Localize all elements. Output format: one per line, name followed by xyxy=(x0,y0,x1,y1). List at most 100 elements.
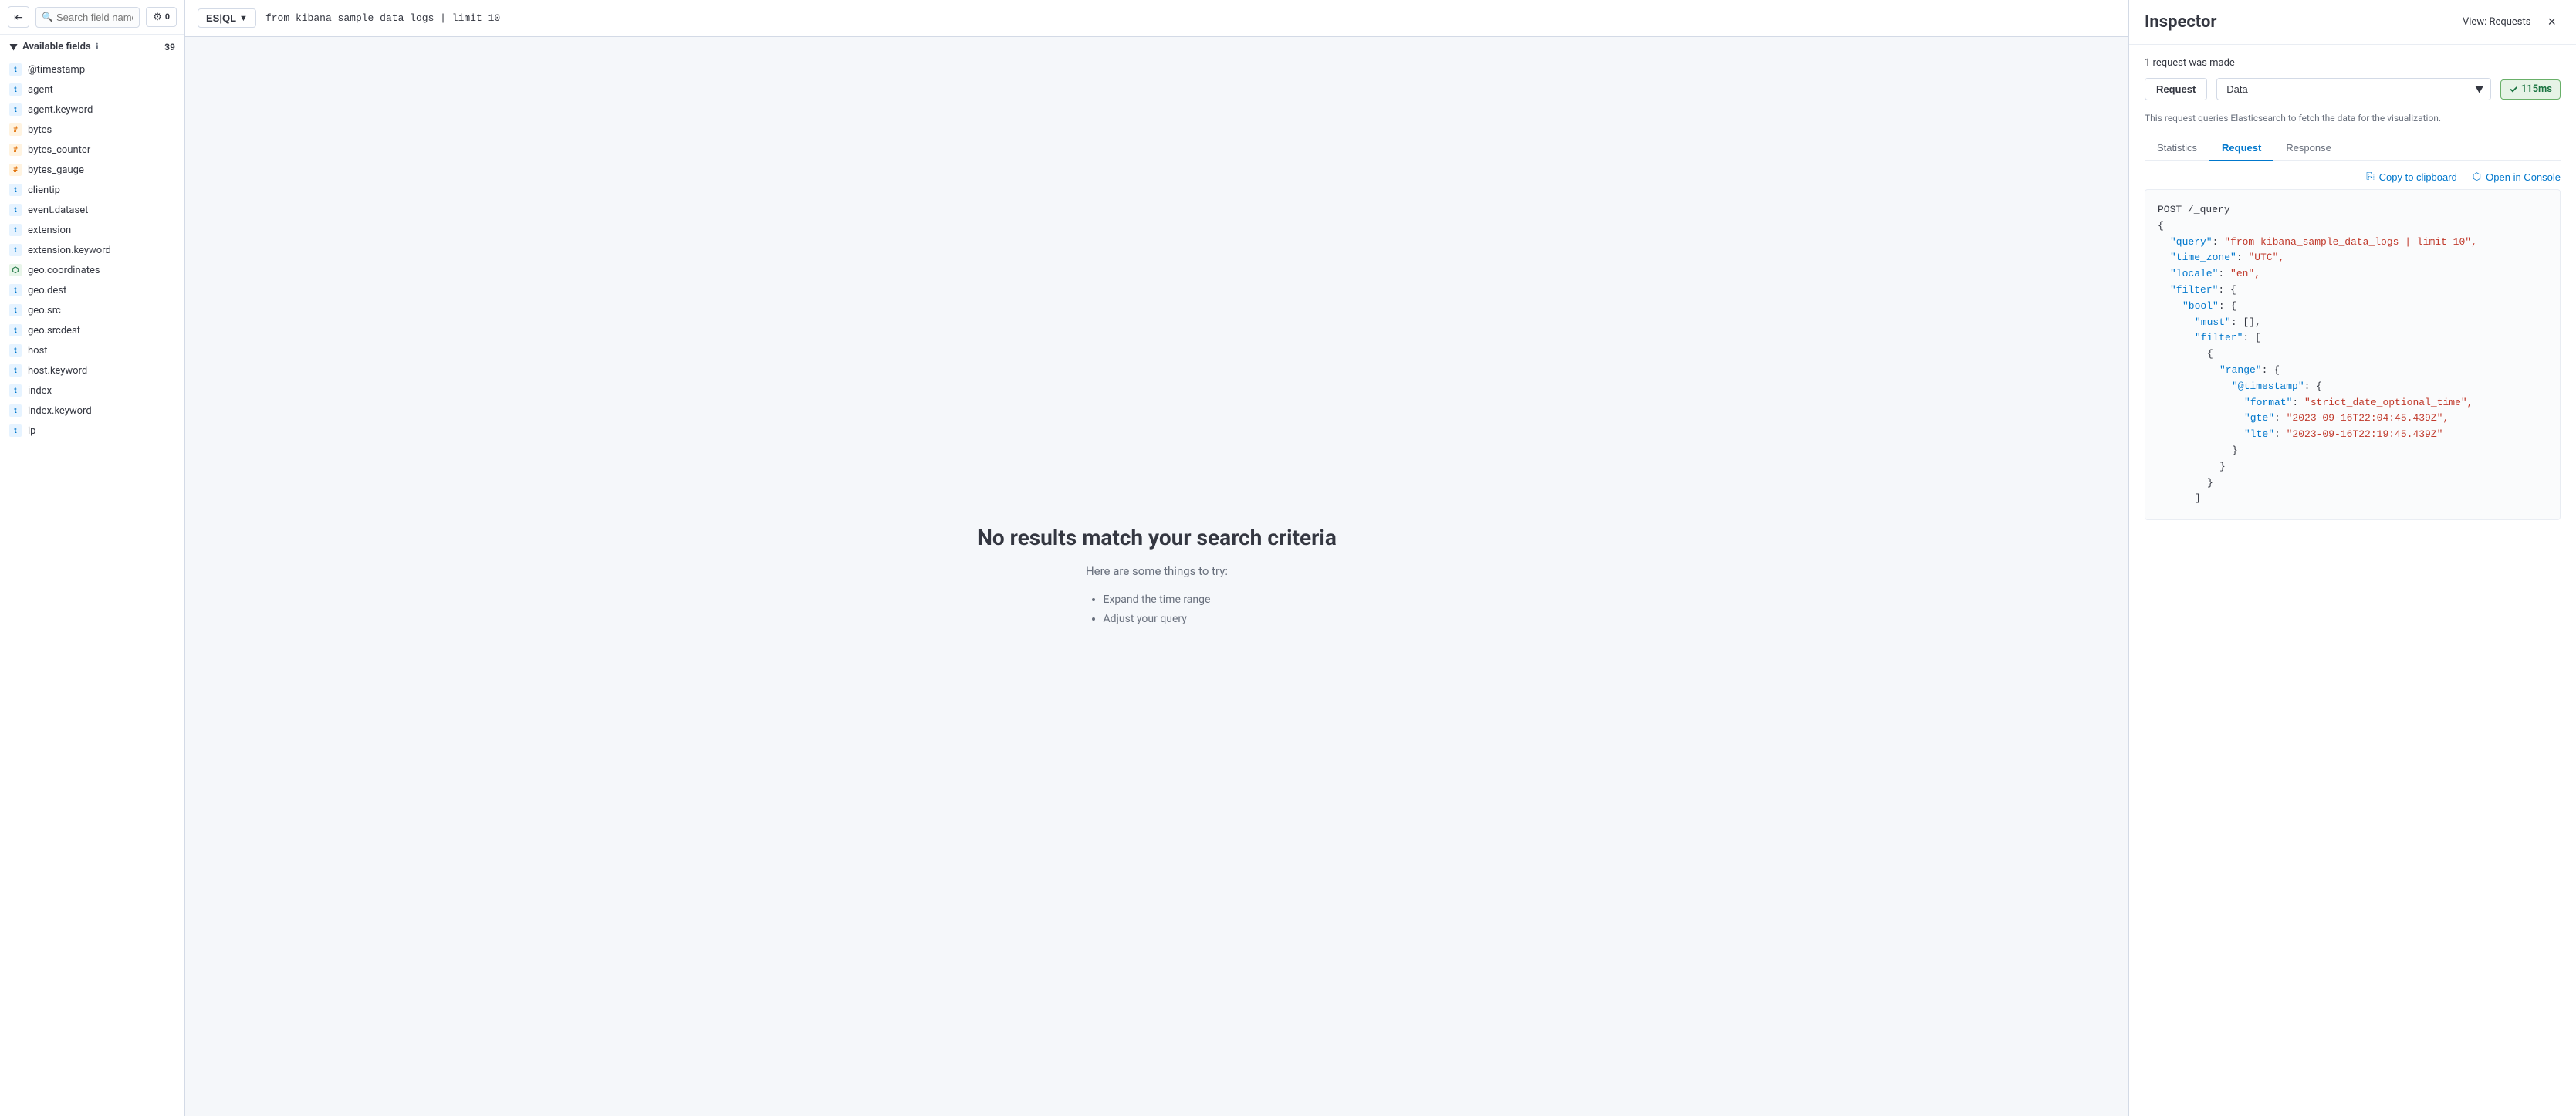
list-item[interactable]: tip xyxy=(0,421,184,441)
field-name: host xyxy=(28,345,48,357)
timing-badge: ✓ 115ms xyxy=(2500,79,2561,100)
field-type-icon: t xyxy=(9,344,22,357)
open-label: Open in Console xyxy=(2486,171,2561,183)
no-results-title: No results match your search criteria xyxy=(977,524,1337,552)
list-item[interactable]: # bytes_gauge xyxy=(0,160,184,180)
no-results-subtitle: Here are some things to try: xyxy=(977,564,1337,578)
field-name: ip xyxy=(28,425,35,437)
code-line: } xyxy=(2158,459,2547,475)
code-line: "must": [], xyxy=(2158,315,2547,331)
field-type-icon: # xyxy=(9,144,22,156)
field-name: bytes_counter xyxy=(28,144,90,156)
no-results-list: Expand the time rangeAdjust your query xyxy=(1104,590,1211,629)
code-post-line: POST /_query xyxy=(2158,202,2547,218)
copy-label: Copy to clipboard xyxy=(2379,171,2457,183)
sidebar-topbar: ⇤ 🔍 ⚙ 0 xyxy=(0,0,184,35)
list-item[interactable]: textension.keyword xyxy=(0,240,184,260)
code-line: "format": "strict_date_optional_time", xyxy=(2158,395,2547,411)
field-name: agent.keyword xyxy=(28,104,93,116)
list-item[interactable]: textension xyxy=(0,220,184,240)
list-item[interactable]: t @timestamp xyxy=(0,59,184,79)
list-item[interactable]: tindex.keyword xyxy=(0,401,184,421)
code-line: "filter": { xyxy=(2158,282,2547,299)
field-name: @timestamp xyxy=(28,64,85,76)
filter-button[interactable]: ⚙ 0 xyxy=(146,7,177,27)
code-line: "bool": { xyxy=(2158,299,2547,315)
field-name: geo.srcdest xyxy=(28,325,80,336)
code-line: "time_zone": "UTC", xyxy=(2158,250,2547,266)
list-item[interactable]: tagent.keyword xyxy=(0,100,184,120)
view-requests-label: View: Requests xyxy=(2463,16,2531,28)
query-input[interactable]: from kibana_sample_data_logs | limit 10 xyxy=(265,12,500,24)
code-line: "gte": "2023-09-16T22:04:45.439Z", xyxy=(2158,411,2547,427)
inspector-title: Inspector xyxy=(2145,12,2216,32)
chevron-down-icon: ▼ xyxy=(9,42,18,52)
field-type-icon: t xyxy=(9,304,22,316)
copy-to-clipboard-button[interactable]: ⎘ Copy to clipboard xyxy=(2366,171,2457,183)
field-name: clientip xyxy=(28,184,60,196)
list-item[interactable]: ⬡ geo.coordinates xyxy=(0,260,184,280)
field-name: host.keyword xyxy=(28,365,87,377)
field-type-icon: ⬡ xyxy=(9,264,22,276)
request-label-button[interactable]: Request xyxy=(2145,78,2207,100)
open-in-console-button[interactable]: ⬡ Open in Console xyxy=(2473,171,2561,183)
field-type-icon: t xyxy=(9,364,22,377)
copy-open-row: ⎘ Copy to clipboard ⬡ Open in Console xyxy=(2145,171,2561,183)
code-line: { xyxy=(2158,347,2547,363)
field-type-icon: t xyxy=(9,83,22,96)
field-name: geo.dest xyxy=(28,285,66,296)
code-line: "filter": [ xyxy=(2158,330,2547,347)
query-bar: ES|QL ▼ from kibana_sample_data_logs | l… xyxy=(185,0,2128,37)
data-select[interactable]: Data xyxy=(2216,78,2491,100)
field-type-icon: # xyxy=(9,164,22,176)
tab-statistics[interactable]: Statistics xyxy=(2145,136,2209,161)
field-type-icon: t xyxy=(9,224,22,236)
available-fields-label: Available fields xyxy=(22,41,91,52)
console-icon: ⬡ xyxy=(2473,171,2481,183)
request-description: This request queries Elasticsearch to fe… xyxy=(2145,113,2561,123)
code-line: { xyxy=(2158,218,2547,235)
collapse-sidebar-button[interactable]: ⇤ xyxy=(8,6,29,28)
timing-value: 115ms xyxy=(2521,83,2552,95)
field-name: geo.coordinates xyxy=(28,265,100,276)
field-name: agent xyxy=(28,84,53,96)
copy-icon: ⎘ xyxy=(2366,171,2374,183)
main-area: ES|QL ▼ from kibana_sample_data_logs | l… xyxy=(185,0,2128,1116)
list-item[interactable]: # bytes_counter xyxy=(0,140,184,160)
list-item[interactable]: thost xyxy=(0,340,184,360)
list-item[interactable]: tindex xyxy=(0,380,184,401)
field-name: bytes xyxy=(28,124,52,136)
field-type-icon: t xyxy=(9,284,22,296)
inspector-header: Inspector View: Requests × xyxy=(2129,0,2576,45)
field-type-icon: t xyxy=(9,384,22,397)
suggestion-item: Adjust your query xyxy=(1104,610,1211,629)
tab-request[interactable]: Request xyxy=(2209,136,2273,161)
tab-response[interactable]: Response xyxy=(2273,136,2344,161)
list-item[interactable]: tclientip xyxy=(0,180,184,200)
search-field-wrap: 🔍 xyxy=(35,7,140,28)
fields-count: 39 xyxy=(164,42,175,52)
field-type-icon: t xyxy=(9,324,22,336)
close-inspector-button[interactable]: × xyxy=(2543,12,2561,32)
field-type-icon: t xyxy=(9,404,22,417)
field-type-icon: t xyxy=(9,63,22,76)
request-select-wrap: Data ▼ xyxy=(2216,78,2491,100)
list-item[interactable]: t geo.src xyxy=(0,300,184,320)
list-item[interactable]: #bytes xyxy=(0,120,184,140)
list-item[interactable]: t geo.dest xyxy=(0,280,184,300)
field-type-icon: t xyxy=(9,204,22,216)
list-item[interactable]: t geo.srcdest xyxy=(0,320,184,340)
inspector-header-right: View: Requests × xyxy=(2463,12,2561,32)
list-item[interactable]: tevent.dataset xyxy=(0,200,184,220)
available-fields-left: ▼ Available fields ℹ xyxy=(9,41,99,52)
field-name: extension.keyword xyxy=(28,245,111,256)
field-name: bytes_gauge xyxy=(28,164,84,176)
code-line: "lte": "2023-09-16T22:19:45.439Z" xyxy=(2158,427,2547,443)
request-selector-row: Request Data ▼ ✓ 115ms xyxy=(2145,78,2561,100)
list-item[interactable]: t host.keyword xyxy=(0,360,184,380)
field-type-icon: t xyxy=(9,424,22,437)
list-item[interactable]: tagent xyxy=(0,79,184,100)
field-name: geo.src xyxy=(28,305,61,316)
esql-badge-button[interactable]: ES|QL ▼ xyxy=(198,8,256,28)
code-line: } xyxy=(2158,475,2547,492)
